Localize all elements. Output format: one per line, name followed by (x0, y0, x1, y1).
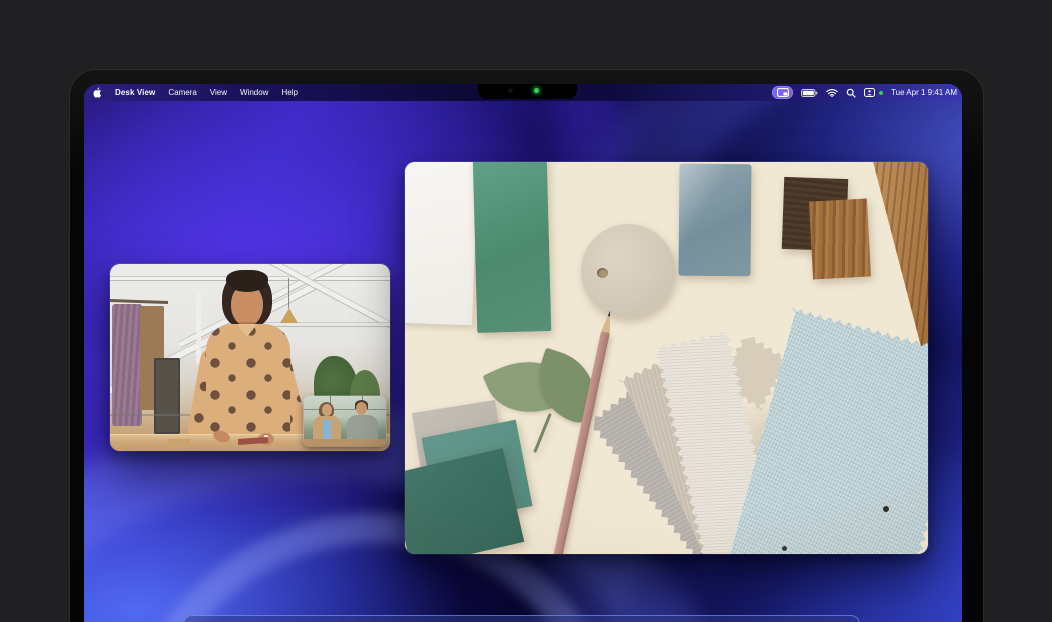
menu-app-name[interactable]: Desk View (115, 88, 155, 97)
menu-camera[interactable]: Camera (168, 88, 196, 97)
green-status-dot (879, 91, 883, 95)
studio-speaker (154, 358, 180, 434)
camera-active-led (534, 88, 539, 93)
menu-window[interactable]: Window (240, 88, 268, 97)
spotlight-search-icon[interactable] (846, 88, 856, 98)
pip-woman-face (322, 404, 332, 416)
ceiling-rail (260, 322, 390, 327)
screen-sharing-indicator-icon[interactable] (772, 86, 793, 99)
camera-notch (478, 84, 577, 99)
menu-clock[interactable]: Tue Apr 1 9:41 AM (891, 88, 957, 97)
macbook-frame: Desk View Camera View Window Help (70, 70, 983, 622)
window-mullion (304, 409, 386, 410)
desk-view-window[interactable] (405, 162, 928, 554)
fabric-grommet (883, 506, 889, 512)
apple-menu-icon[interactable] (93, 87, 102, 98)
camera-lens (508, 88, 513, 93)
lamp-cord (288, 278, 289, 308)
felt-disc-hole (597, 268, 608, 278)
pip-man-face (356, 402, 367, 415)
battery-icon[interactable] (801, 89, 818, 97)
fabric-grommet (782, 546, 787, 551)
pendant-lamp (280, 308, 298, 323)
background-window-edge[interactable] (183, 615, 860, 622)
column (196, 290, 201, 364)
pip-table (304, 439, 386, 446)
screen: Desk View Camera View Window Help (84, 84, 962, 622)
desk-swatch (168, 439, 190, 444)
presenter-hair-front (226, 270, 268, 292)
brown-wood-sample (809, 199, 871, 280)
menu-help[interactable]: Help (281, 88, 297, 97)
blue-gray-tile-sample (679, 164, 752, 277)
wifi-icon[interactable] (826, 88, 838, 97)
leaf-stem (533, 413, 552, 453)
user-switching-icon[interactable] (864, 88, 875, 97)
white-sample (405, 162, 478, 325)
facetime-window[interactable] (110, 264, 390, 451)
felt-disc-sample (581, 224, 675, 318)
menu-view[interactable]: View (210, 88, 227, 97)
teal-tile-sample (473, 162, 552, 333)
hanging-fabric (112, 304, 142, 426)
facetime-pip[interactable] (304, 396, 386, 446)
